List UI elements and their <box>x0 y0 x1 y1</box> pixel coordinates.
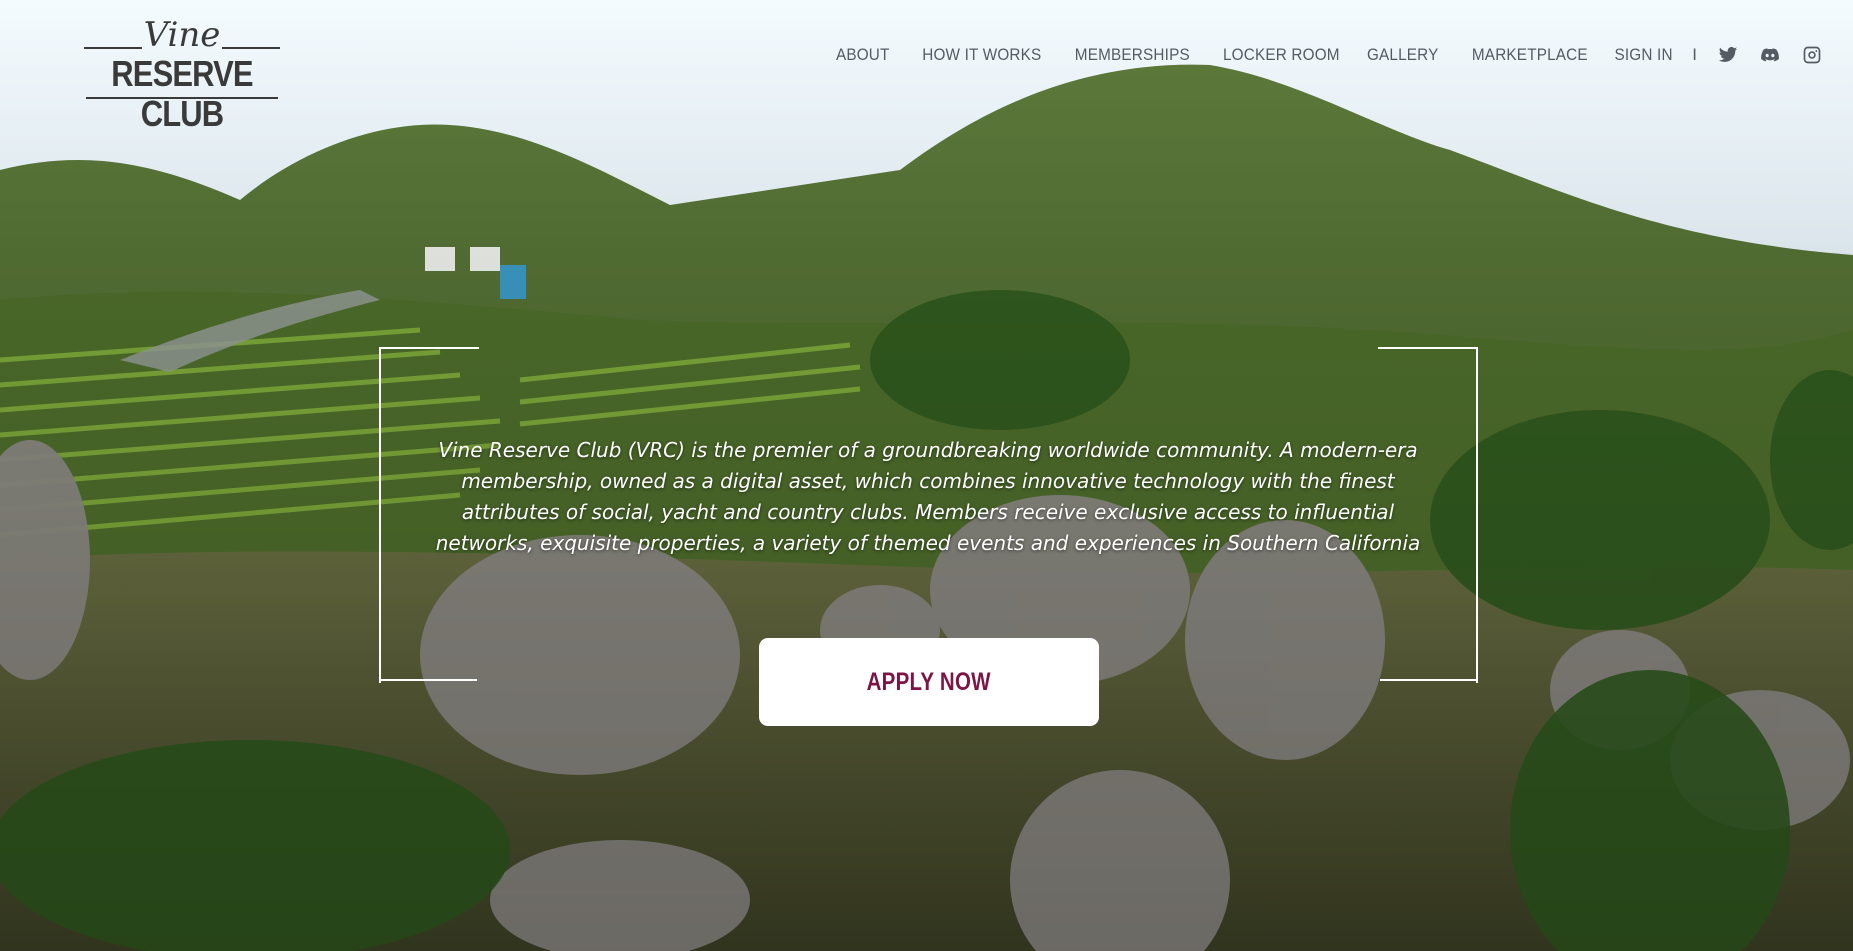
main-nav: ABOUT HOW IT WORKS MEMBERSHIPS LOCKER RO… <box>810 44 1823 66</box>
nav-separator: I <box>1692 45 1697 64</box>
nav-sign-in[interactable]: SIGN IN <box>1614 45 1672 65</box>
logo-main-text: RESERVE CLUB <box>111 53 253 134</box>
instagram-icon[interactable] <box>1801 44 1823 66</box>
logo-underline <box>86 97 278 99</box>
frame-corner-bottom-left <box>379 677 477 681</box>
site-logo[interactable]: Vine RESERVE CLUB <box>84 15 280 134</box>
hero-intro-text: Vine Reserve Club (VRC) is the premier o… <box>435 438 1421 555</box>
site-header: Vine RESERVE CLUB ABOUT HOW IT WORKS MEM… <box>0 0 1853 134</box>
nav-gallery[interactable]: GALLERY <box>1367 45 1439 65</box>
nav-about[interactable]: ABOUT <box>836 45 890 65</box>
nav-how-it-works[interactable]: HOW IT WORKS <box>923 45 1042 65</box>
frame-corner-bottom-right <box>1380 677 1478 681</box>
apply-now-button[interactable]: APPLY NOW <box>759 638 1099 726</box>
logo-script-text: Vine <box>143 15 221 55</box>
nav-marketplace[interactable]: MARKETPLACE <box>1472 45 1588 65</box>
nav-memberships[interactable]: MEMBERSHIPS <box>1074 45 1189 65</box>
nav-locker-room[interactable]: LOCKER ROOM <box>1223 45 1340 65</box>
twitter-icon[interactable] <box>1717 44 1739 66</box>
discord-icon[interactable] <box>1759 44 1781 66</box>
apply-now-label: APPLY NOW <box>866 667 992 696</box>
